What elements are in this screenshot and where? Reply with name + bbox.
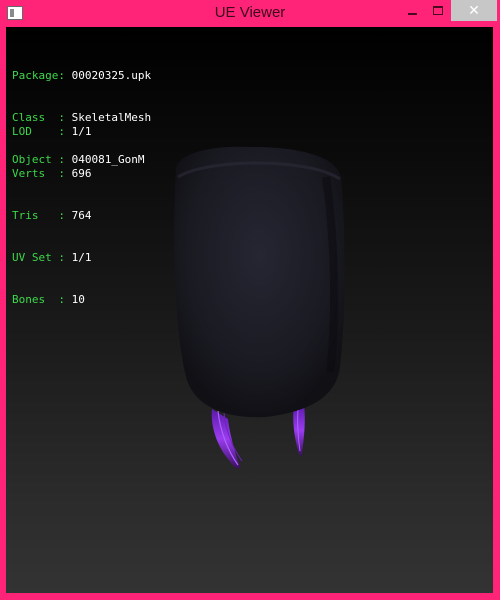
bones-row: Bones : 10 (12, 293, 91, 307)
package-value: 00020325.upk (71, 69, 152, 82)
uvset-row: UV Set : 1/1 (12, 251, 91, 265)
package-row: Package: 00020325.upk (12, 69, 151, 83)
mesh-info-stats: LOD : 1/1 Verts : 696 Tris : 764 UV Set … (12, 97, 91, 335)
mesh-body (174, 146, 345, 418)
tris-row: Tris : 764 (12, 209, 91, 223)
lod-row: LOD : 1/1 (12, 125, 91, 139)
tassel-left (211, 409, 243, 469)
uvset-value: 1/1 (71, 251, 92, 264)
app-window: UE Viewer ✕ Package: 00020325.upk Class … (0, 0, 500, 600)
tris-value: 764 (71, 209, 92, 222)
bones-value: 10 (71, 293, 85, 306)
uvset-label: UV Set : (12, 251, 65, 264)
minimize-icon (407, 12, 417, 15)
maximize-icon (433, 6, 443, 15)
lod-label: LOD : (12, 125, 65, 138)
bones-label: Bones : (12, 293, 65, 306)
lod-value: 1/1 (71, 125, 92, 138)
title-bar[interactable]: UE Viewer ✕ (0, 0, 500, 27)
verts-label: Verts : (12, 167, 65, 180)
tris-label: Tris : (12, 209, 65, 222)
verts-row: Verts : 696 (12, 167, 91, 181)
verts-value: 696 (71, 167, 92, 180)
minimize-button[interactable] (399, 0, 425, 21)
package-label: Package: (12, 69, 65, 82)
maximize-button[interactable] (425, 0, 451, 21)
close-icon: ✕ (468, 2, 480, 19)
3d-viewport[interactable]: Package: 00020325.upk Class : SkeletalMe… (6, 27, 493, 593)
tassel-right (293, 405, 305, 456)
close-button[interactable]: ✕ (451, 0, 497, 21)
